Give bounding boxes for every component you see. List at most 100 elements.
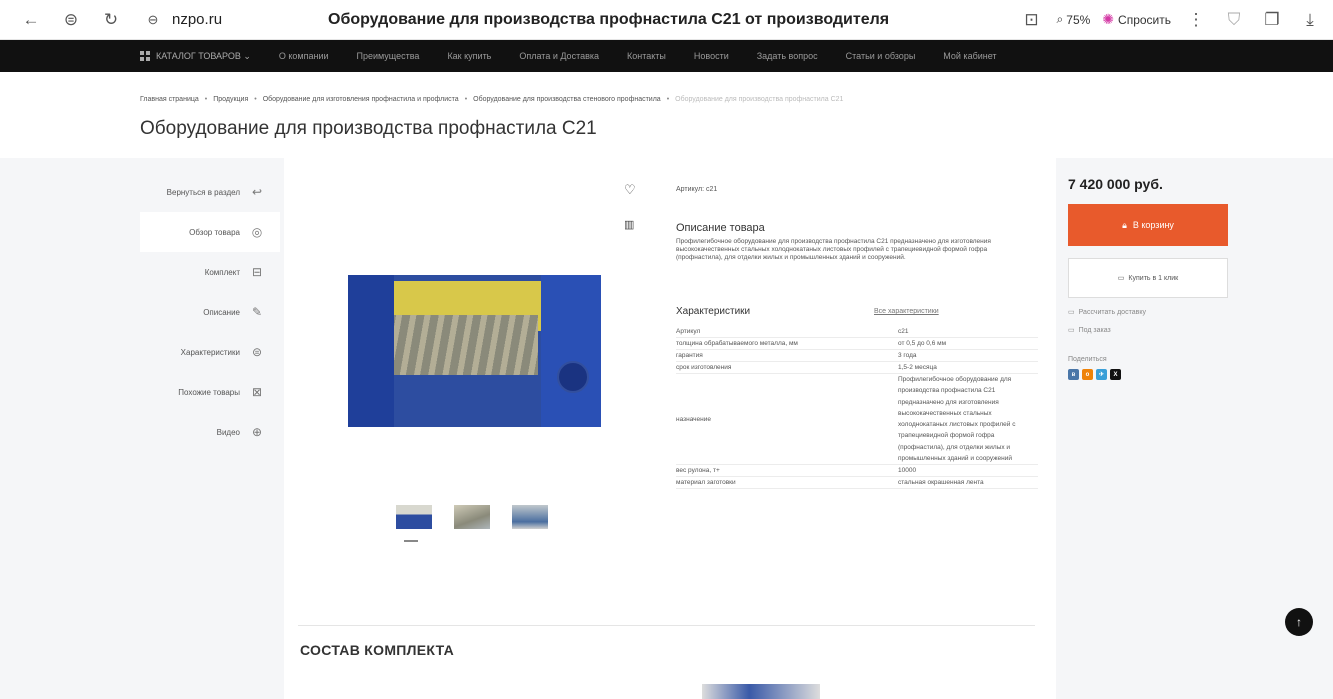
- nav-item-articles[interactable]: Статьи и обзоры: [832, 51, 930, 61]
- breadcrumb: Главная страница • Продукция • Оборудова…: [140, 96, 843, 103]
- sidebar-item-label: Вернуться в раздел: [166, 187, 240, 197]
- product-card: ♡ ▥ Артикул: с21 Описание товара Профиле…: [284, 158, 1056, 699]
- sku-line: Артикул: с21: [676, 186, 718, 193]
- reload-icon[interactable]: ↻: [98, 7, 124, 33]
- spec-value: с21: [898, 328, 909, 335]
- thumbnail-indicator: [404, 540, 418, 542]
- sidebar-item-similar[interactable]: Похожие товары ⊠: [140, 372, 280, 412]
- preorder-icon: ▭: [1068, 327, 1075, 334]
- product-sidebar: Вернуться в раздел ↩ Обзор товара ◎ Комп…: [140, 172, 280, 452]
- cart-button-label: В корзину: [1132, 220, 1174, 230]
- nav-item-payment[interactable]: Оплата и Доставка: [505, 51, 613, 61]
- breadcrumb-sep-icon: •: [464, 96, 468, 103]
- nav-item-cabinet[interactable]: Мой кабинет: [929, 51, 1010, 61]
- buy-panel: 7 420 000 руб. 🔒︎ В корзину ▭ Купить в 1…: [1068, 176, 1238, 380]
- specs-title: Характеристики: [676, 306, 751, 317]
- ok-icon[interactable]: о: [1082, 369, 1093, 380]
- sidebar-item-back[interactable]: Вернуться в раздел ↩: [140, 172, 280, 212]
- all-specs-link[interactable]: Все характеристики: [874, 308, 939, 315]
- nav-item-advantages[interactable]: Преимущества: [343, 51, 434, 61]
- table-row: Артикул с21: [676, 326, 1038, 338]
- thumbnail-image[interactable]: [396, 505, 432, 529]
- thumbnail-image[interactable]: [454, 505, 490, 529]
- sidebar-item-description[interactable]: Описание ✎: [140, 292, 280, 332]
- sidebar-item-video[interactable]: Видео ⊕: [140, 412, 280, 452]
- delivery-calc-label: Рассчитать доставку: [1078, 308, 1146, 316]
- share-label: Поделиться: [1068, 356, 1107, 363]
- breadcrumb-sep-icon: •: [254, 96, 257, 103]
- cart-small-icon: ▭: [1117, 275, 1125, 282]
- browser-nav-controls: ← ⊜ ↻: [0, 7, 124, 33]
- compare-chart-icon[interactable]: ▥: [624, 218, 634, 231]
- add-to-cart-button[interactable]: 🔒︎ В корзину: [1068, 204, 1228, 246]
- preorder-status: ▭ Под заказ: [1068, 326, 1238, 335]
- breadcrumb-item[interactable]: Оборудование для производства стенового …: [473, 96, 661, 103]
- spec-key: материал заготовки: [676, 479, 736, 487]
- nav-item-contacts[interactable]: Контакты: [613, 51, 680, 61]
- back-arrow-icon[interactable]: ←: [18, 7, 44, 33]
- spec-value: 10000: [898, 467, 917, 475]
- address-bar[interactable]: ⊖ nzpo.ru Оборудование для производства …: [140, 5, 968, 35]
- sidebar-item-label: Похожие товары: [178, 387, 240, 397]
- oneclick-label: Купить в 1 клик: [1128, 274, 1179, 282]
- description-title: Описание товара: [676, 222, 765, 234]
- kit-icon: ⊟: [251, 265, 263, 279]
- collections-icon[interactable]: ❐: [1259, 7, 1285, 33]
- table-row: срок изготовления 1,5-2 месяца: [676, 362, 1038, 374]
- breadcrumb-sep-icon: •: [204, 96, 208, 103]
- favorite-heart-icon[interactable]: ♡: [624, 182, 636, 198]
- specs-icon: ⊜: [251, 345, 263, 359]
- ask-button[interactable]: ✺ Спросить: [1102, 11, 1171, 28]
- address-domain: nzpo.ru: [172, 11, 223, 28]
- ask-spark-icon: ✺: [1102, 11, 1115, 27]
- nav-catalog-label: КАТАЛОГ ТОВАРОВ ⌄: [156, 50, 251, 61]
- telegram-icon[interactable]: ✈: [1096, 369, 1107, 380]
- nav-item-how-to-buy[interactable]: Как купить: [433, 51, 505, 61]
- breadcrumb-sep-icon: •: [666, 96, 670, 103]
- nav-items: КАТАЛОГ ТОВАРОВ ⌄ О компании Преимуществ…: [140, 51, 1011, 62]
- sidebar-item-label: Видео: [216, 427, 240, 437]
- spec-value: стальная окрашенная лента: [898, 479, 984, 487]
- zoom-indicator[interactable]: ⌕ 75%: [1057, 12, 1091, 27]
- play-icon: ⊕: [251, 425, 263, 439]
- nav-item-news[interactable]: Новости: [680, 51, 743, 61]
- sidebar-item-label: Обзор товара: [189, 227, 240, 237]
- nav-item-question[interactable]: Задать вопрос: [743, 51, 832, 61]
- breadcrumb-item[interactable]: Оборудование для изготовления профнастил…: [263, 96, 459, 103]
- table-row: толщина обрабатываемого металла, мм от 0…: [676, 338, 1038, 350]
- sidebar-item-overview[interactable]: Обзор товара ◎: [140, 212, 280, 252]
- shield-icon[interactable]: ⊜: [58, 7, 84, 33]
- shield-ext-icon[interactable]: ⛉: [1221, 7, 1247, 33]
- spec-value: Профилегибочное оборудование для произво…: [898, 376, 1016, 463]
- delivery-calc-link[interactable]: ▭ Рассчитать доставку: [1068, 308, 1238, 317]
- nav-catalog[interactable]: КАТАЛОГ ТОВАРОВ ⌄: [140, 51, 265, 62]
- buy-one-click-button[interactable]: ▭ Купить в 1 клик: [1068, 258, 1228, 298]
- ask-label: Спросить: [1118, 12, 1171, 27]
- table-row: вес рулона, т+ 10000: [676, 465, 1038, 478]
- x-icon[interactable]: X: [1110, 369, 1121, 380]
- nav-item-about[interactable]: О компании: [265, 51, 343, 61]
- pencil-icon: ✎: [251, 305, 263, 319]
- sidebar-item-specs[interactable]: Характеристики ⊜: [140, 332, 280, 372]
- zoom-icon: ⌕: [1056, 12, 1064, 26]
- sidebar-item-kit[interactable]: Комплект ⊟: [140, 252, 280, 292]
- truck-icon: ▭: [1068, 309, 1075, 316]
- breadcrumb-item[interactable]: Продукция: [213, 96, 248, 103]
- thumbnail-image[interactable]: [512, 505, 548, 529]
- table-row: гарантия 3 года: [676, 350, 1038, 362]
- kit-item-image[interactable]: [702, 684, 820, 699]
- table-row: материал заготовки стальная окрашенная л…: [676, 477, 1038, 490]
- breadcrumb-item[interactable]: Главная страница: [140, 96, 199, 103]
- download-icon[interactable]: ⤓: [1297, 7, 1323, 33]
- bookmark-icon[interactable]: ⊡: [1019, 7, 1045, 33]
- product-main-image[interactable]: [348, 275, 601, 427]
- price: 7 420 000 руб.: [1068, 176, 1163, 192]
- spec-key: гарантия: [676, 352, 703, 359]
- scroll-to-top-button[interactable]: ↑: [1285, 608, 1313, 636]
- menu-dots-icon[interactable]: ⋮: [1183, 7, 1209, 33]
- spec-value: от 0,5 до 0,6 мм: [898, 340, 947, 347]
- spec-value: 3 года: [898, 352, 917, 359]
- vk-icon[interactable]: в: [1068, 369, 1079, 380]
- cart-bag-icon: 🔒︎: [1122, 219, 1127, 230]
- site-nav: КАТАЛОГ ТОВАРОВ ⌄ О компании Преимуществ…: [0, 40, 1333, 72]
